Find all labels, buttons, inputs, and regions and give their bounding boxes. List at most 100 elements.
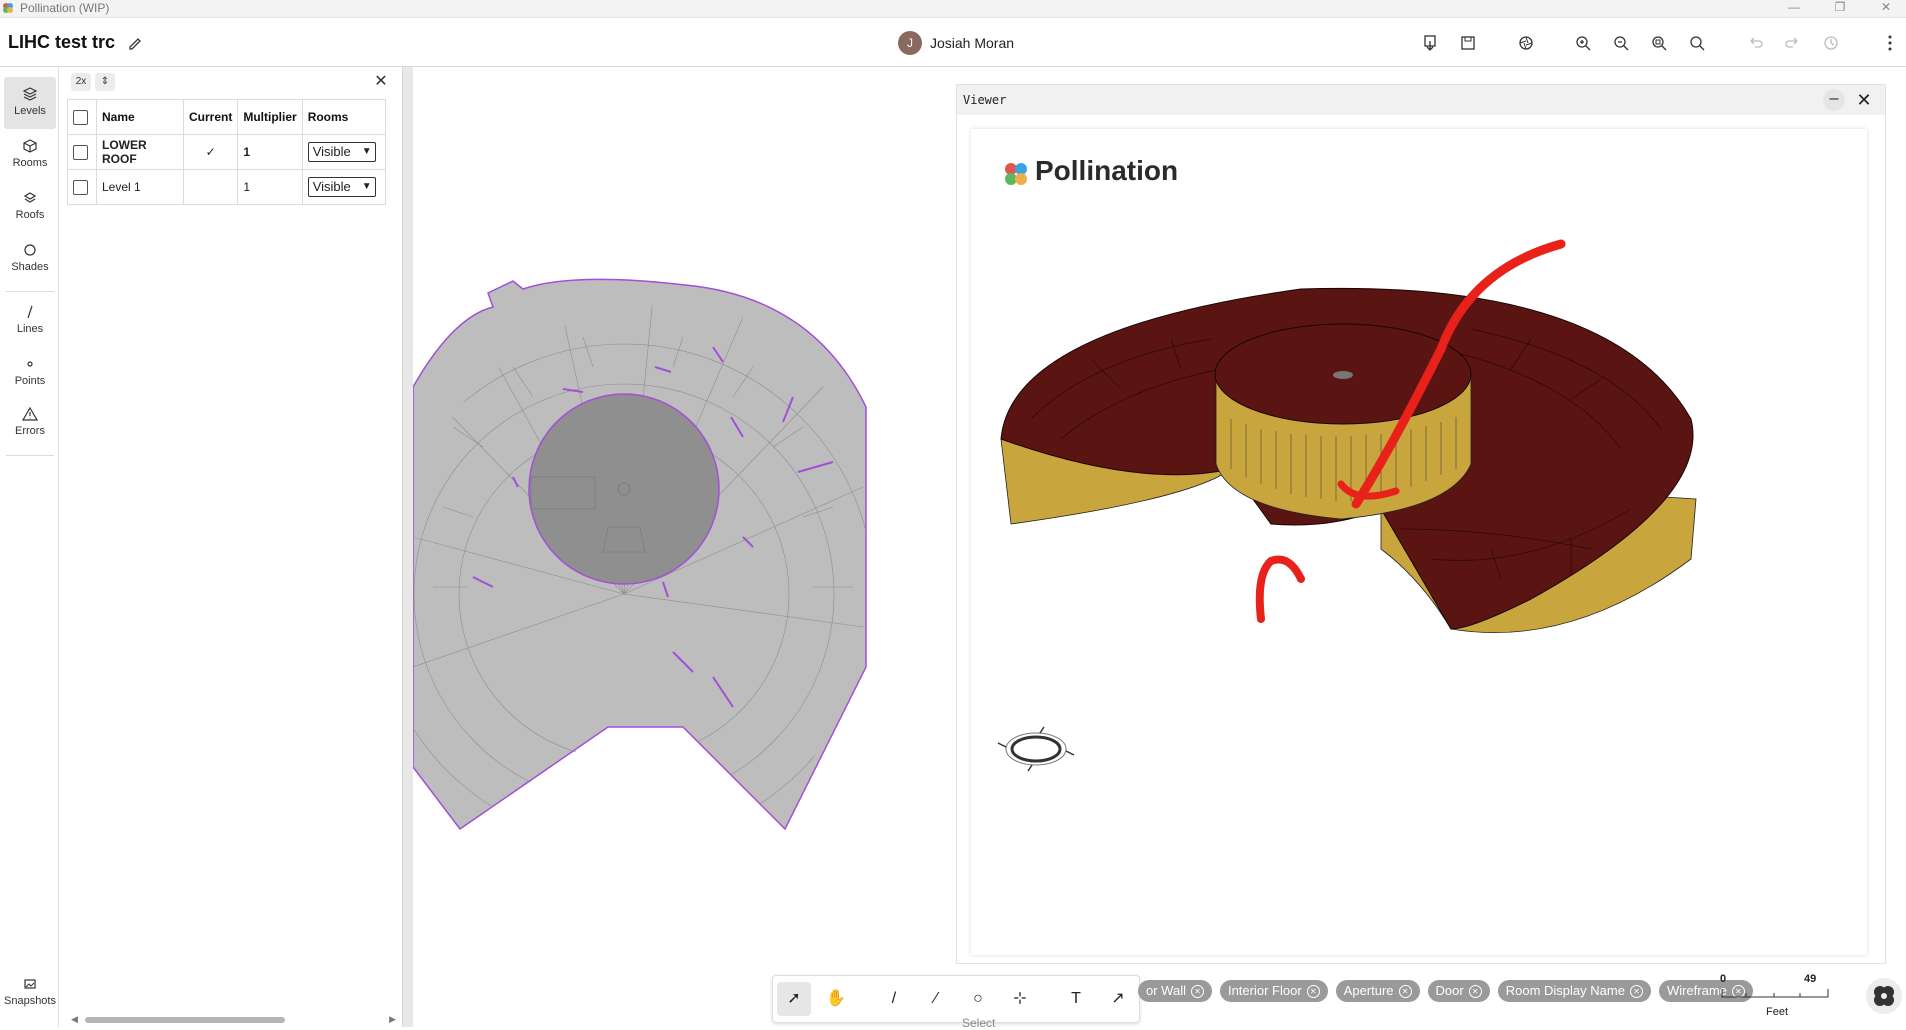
user-info[interactable]: J Josiah Moran bbox=[898, 31, 1014, 55]
export-icon[interactable] bbox=[1420, 33, 1440, 53]
avatar: J bbox=[898, 31, 922, 55]
chip-aperture[interactable]: Aperture ✕ bbox=[1335, 980, 1420, 1002]
level-multiplier[interactable]: 1 bbox=[237, 169, 303, 205]
level-current[interactable] bbox=[182, 169, 239, 205]
chip-room-display-name[interactable]: Room Display Name ✕ bbox=[1497, 980, 1651, 1002]
levels-panel: 2x ⇕ ✕ Name Current Multiplier Rooms LOW… bbox=[67, 67, 403, 1027]
minimize-window-button[interactable]: — bbox=[1776, 0, 1812, 17]
rail-label: Rooms bbox=[12, 157, 48, 169]
level-current[interactable]: ✓ bbox=[182, 134, 239, 170]
levels-table: Name Current Multiplier Rooms LOWER ROOF… bbox=[67, 99, 386, 205]
sort-button[interactable]: ⇕ bbox=[95, 73, 115, 91]
scale-min: 0 bbox=[1720, 973, 1727, 985]
close-panel-icon[interactable]: ✕ bbox=[373, 74, 389, 90]
select-tool-icon[interactable]: ➚ bbox=[777, 982, 811, 1016]
row-checkbox[interactable] bbox=[73, 179, 88, 195]
rail-label: Points bbox=[14, 375, 46, 387]
select-all-checkbox[interactable] bbox=[73, 109, 88, 125]
scrollbar-thumb[interactable] bbox=[85, 1017, 285, 1023]
column-header-current[interactable]: Current bbox=[182, 99, 239, 135]
remove-chip-icon[interactable]: ✕ bbox=[1468, 985, 1482, 999]
rooms-visibility-select[interactable]: Visible ▼ bbox=[307, 177, 376, 197]
app-header: LIHC test trc J Josiah Moran bbox=[0, 18, 1906, 67]
circle-icon bbox=[24, 244, 36, 256]
compass-icon bbox=[997, 726, 1075, 772]
drawing-toolbar: ➚ ✋ / ⁄ ○ ⊹ T ↗ bbox=[772, 975, 1140, 1023]
layers-icon bbox=[22, 87, 38, 101]
restore-window-button[interactable]: ❐ bbox=[1822, 0, 1858, 17]
level-name[interactable]: LOWER ROOF bbox=[96, 134, 184, 170]
pencil-icon[interactable] bbox=[126, 34, 144, 52]
row-checkbox[interactable] bbox=[73, 144, 88, 160]
chip-label: Door bbox=[1435, 983, 1464, 998]
level-name[interactable]: Level 1 bbox=[96, 169, 184, 205]
horizontal-scrollbar[interactable]: ◀ ▶ bbox=[67, 1013, 400, 1027]
select-all-cell[interactable] bbox=[67, 99, 97, 135]
rail-item-errors[interactable]: Errors bbox=[4, 397, 56, 449]
more-options-icon[interactable] bbox=[1880, 33, 1900, 53]
arrow-tool-icon[interactable]: ↗ bbox=[1101, 982, 1135, 1016]
rooms-visibility-select[interactable]: Visible ▼ bbox=[307, 142, 376, 162]
scale-bar: 0 49 Feet bbox=[1720, 973, 1830, 1023]
row-checkbox-cell[interactable] bbox=[67, 134, 97, 170]
row-checkbox-cell[interactable] bbox=[67, 169, 97, 205]
polyline-tool-icon[interactable]: ⊹ bbox=[1003, 982, 1037, 1016]
remove-chip-icon[interactable]: ✕ bbox=[1306, 985, 1320, 999]
minimize-viewer-button[interactable]: – bbox=[1823, 89, 1845, 111]
chip-door[interactable]: Door ✕ bbox=[1427, 980, 1490, 1002]
multiplier-toggle-button[interactable]: 2x bbox=[71, 73, 91, 91]
close-viewer-button[interactable]: ✕ bbox=[1853, 89, 1875, 111]
rail-label: Roofs bbox=[15, 209, 45, 221]
rail-item-rooms[interactable]: Rooms bbox=[4, 129, 56, 181]
warning-icon bbox=[21, 406, 39, 421]
zoom-fit-icon[interactable] bbox=[1649, 33, 1669, 53]
text-tool-icon[interactable]: T bbox=[1059, 982, 1093, 1016]
chip-label: Wireframe bbox=[1666, 983, 1727, 998]
line-tool-icon[interactable]: / bbox=[877, 982, 911, 1016]
close-window-button[interactable]: ✕ bbox=[1868, 0, 1904, 17]
3d-viewer-canvas[interactable]: Pollination bbox=[971, 129, 1867, 955]
column-header-name[interactable]: Name bbox=[96, 99, 184, 135]
level-multiplier[interactable]: 1 bbox=[237, 134, 303, 170]
zoom-reset-icon[interactable] bbox=[1687, 33, 1707, 53]
rail-item-lines[interactable]: Lines bbox=[4, 295, 56, 347]
circle-tool-icon[interactable]: ○ bbox=[961, 982, 995, 1016]
image-icon bbox=[24, 979, 36, 989]
remove-chip-icon[interactable]: ✕ bbox=[1629, 985, 1643, 999]
window-titlebar: Pollination (WIP) — ❐ ✕ bbox=[0, 0, 1906, 18]
rail-item-shades[interactable]: Shades bbox=[4, 233, 56, 285]
column-header-rooms[interactable]: Rooms bbox=[301, 99, 386, 135]
rail-item-snapshots[interactable]: Snapshots bbox=[4, 967, 56, 1019]
floor-plan-canvas[interactable] bbox=[403, 67, 956, 1027]
rail-item-points[interactable]: Points bbox=[4, 347, 56, 399]
zoom-out-icon[interactable] bbox=[1611, 33, 1631, 53]
pollination-menu-button[interactable] bbox=[1866, 978, 1902, 1014]
split-line-tool-icon[interactable]: ⁄ bbox=[919, 982, 953, 1016]
redo-icon[interactable] bbox=[1783, 33, 1803, 53]
chip-label: or Wall bbox=[1146, 983, 1186, 998]
zoom-in-icon[interactable] bbox=[1573, 33, 1593, 53]
plan-core-circle bbox=[528, 393, 720, 585]
window-title: Pollination (WIP) bbox=[20, 1, 110, 15]
history-icon[interactable] bbox=[1821, 33, 1841, 53]
remove-chip-icon[interactable]: ✕ bbox=[1190, 985, 1204, 999]
rail-item-roofs[interactable]: Roofs bbox=[4, 181, 56, 233]
remove-chip-icon[interactable]: ✕ bbox=[1398, 985, 1412, 999]
column-header-multiplier[interactable]: Multiplier bbox=[237, 99, 303, 135]
table-row[interactable]: LOWER ROOF ✓ 1 Visible ▼ bbox=[67, 134, 386, 170]
scroll-left-icon[interactable]: ◀ bbox=[71, 1014, 78, 1025]
floor-plan-drawing bbox=[413, 278, 867, 831]
table-row[interactable]: Level 1 1 Visible ▼ bbox=[67, 169, 386, 205]
pan-tool-icon[interactable]: ✋ bbox=[819, 982, 853, 1016]
rail-item-levels[interactable]: Levels bbox=[4, 77, 56, 129]
project-title: LIHC test trc bbox=[8, 32, 116, 52]
undo-icon[interactable] bbox=[1745, 33, 1765, 53]
aperture-icon[interactable] bbox=[1516, 33, 1536, 53]
viewer-window: Viewer – ✕ Pollination bbox=[956, 84, 1886, 964]
chip-interior-floor[interactable]: Interior Floor ✕ bbox=[1219, 980, 1328, 1002]
rail-divider bbox=[6, 455, 54, 456]
save-icon[interactable] bbox=[1458, 33, 1478, 53]
scroll-right-icon[interactable]: ▶ bbox=[389, 1014, 396, 1025]
chip-wall[interactable]: or Wall ✕ bbox=[1138, 980, 1212, 1002]
rail-label: Errors bbox=[15, 425, 45, 437]
